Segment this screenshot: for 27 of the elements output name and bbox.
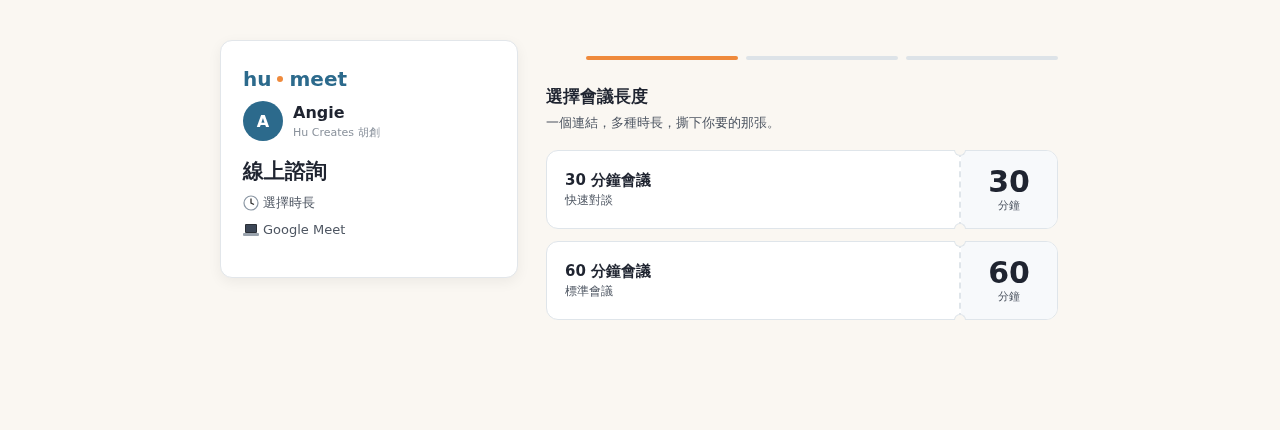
duration-unit: 分鐘 — [998, 289, 1020, 304]
ticket-notch — [954, 150, 966, 156]
logo-text: meet — [289, 67, 347, 91]
duration-number: 30 — [988, 166, 1030, 198]
host-organization: Hu Creates 胡創 — [293, 124, 380, 140]
host-name: Angie — [293, 102, 346, 123]
option-subtitle: 標準會議 — [565, 283, 614, 300]
option-title: 30 分鐘會議 — [565, 170, 653, 190]
option-title: 60 分鐘會議 — [565, 261, 653, 281]
event-title: 線上諮詢 — [243, 158, 328, 185]
ticket-notch — [954, 223, 966, 229]
ticket-notch — [954, 241, 966, 247]
section-heading: 選擇會議長度 — [546, 85, 649, 108]
duration-unit: 分鐘 — [998, 198, 1020, 213]
duration-option[interactable]: 30 分鐘會議 快速對談 30 分鐘 — [546, 150, 1058, 229]
logo-text: hu — [243, 67, 272, 91]
option-subtitle: 快速對談 — [565, 192, 614, 209]
detail-text: Google Meet — [263, 221, 346, 239]
logo-dot-icon — [277, 76, 284, 82]
section-subheading: 一個連結，多種時長，撕下你要的那張。 — [546, 114, 781, 132]
detail-text: 選擇時長 — [263, 194, 315, 212]
duration-option[interactable]: 60 分鐘會議 標準會議 60 分鐘 — [546, 241, 1058, 320]
avatar: A — [243, 101, 283, 141]
ticket-notch — [954, 314, 966, 320]
laptop-icon — [243, 221, 259, 238]
clock-icon — [243, 194, 259, 211]
duration-number: 60 — [988, 257, 1030, 289]
